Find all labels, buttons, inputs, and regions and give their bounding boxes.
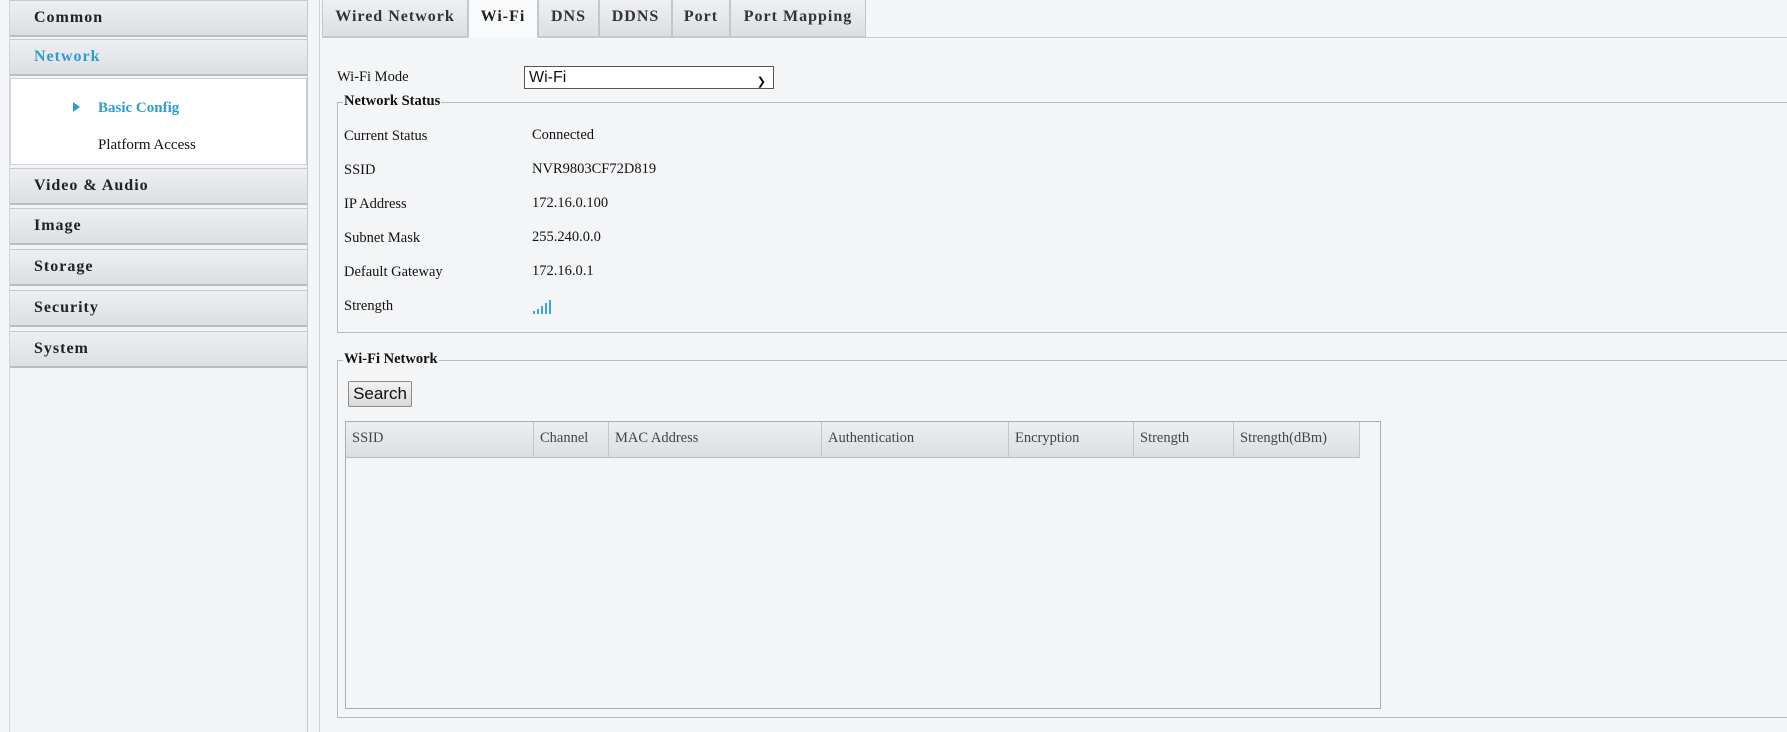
submenu-item-basic-config[interactable]: Basic Config [98,100,179,117]
wifi-mode-label: Wi-Fi Mode [337,69,409,85]
status-value-ssid: NVR9803CF72D819 [532,161,657,177]
column-header-strength-dbm[interactable]: Strength(dBm) [1234,422,1360,457]
wifi-mode-value: Wi-Fi [529,69,567,86]
tab-bar: Wired Network Wi-Fi DNS DDNS Port Port M… [322,0,1787,38]
wifi-mode-select[interactable]: Wi-Fi ❯ [524,66,774,89]
column-header-strength[interactable]: Strength [1134,422,1234,457]
column-header-mac-address[interactable]: MAC Address [609,422,822,457]
menu-group-video-audio[interactable]: Video & Audio [10,168,307,205]
status-value-subnet-mask: 255.240.0.0 [532,229,601,245]
table-header: SSID Channel MAC Address Authentication … [346,422,1360,458]
status-label-default-gateway: Default Gateway [344,264,443,280]
table-body [346,458,1380,708]
menu-group-security[interactable]: Security [10,290,307,327]
wifi-network-table: SSID Channel MAC Address Authentication … [345,421,1381,709]
menu-group-storage[interactable]: Storage [10,249,307,286]
search-button[interactable]: Search [348,381,412,407]
menu-group-network[interactable]: Network [10,39,307,76]
wifi-network-legend: Wi-Fi Network [343,351,439,368]
tab-port[interactable]: Port [672,0,730,37]
tab-dns[interactable]: DNS [538,0,599,37]
caret-right-icon [73,102,80,112]
column-header-authentication[interactable]: Authentication [822,422,1009,457]
submenu-item-platform-access[interactable]: Platform Access [98,137,196,154]
network-status-legend: Network Status [343,93,442,110]
status-label-strength: Strength [344,298,394,314]
menu-group-system[interactable]: System [10,331,307,368]
status-label-ip-address: IP Address [344,196,407,212]
status-label-ssid: SSID [344,162,376,178]
status-value-ip-address: 172.16.0.100 [532,195,609,211]
column-header-channel[interactable]: Channel [534,422,609,457]
status-value-default-gateway: 172.16.0.1 [532,263,594,279]
chevron-down-icon: ❯ [756,76,766,88]
menu-group-common[interactable]: Common [10,0,307,37]
menu-group-image[interactable]: Image [10,208,307,245]
tab-ddns[interactable]: DDNS [599,0,672,37]
status-label-current-status: Current Status [344,128,428,144]
tab-port-mapping[interactable]: Port Mapping [730,0,866,37]
sidebar: Common Network Basic Config Platform Acc… [9,0,308,732]
network-submenu: Basic Config Platform Access [10,78,307,165]
tab-wifi[interactable]: Wi-Fi [468,0,538,38]
panel-divider [319,0,320,732]
column-header-encryption[interactable]: Encryption [1009,422,1134,457]
tab-wired-network[interactable]: Wired Network [322,0,468,37]
column-header-ssid[interactable]: SSID [346,422,534,457]
signal-strength-icon [533,300,553,314]
status-value-current-status: Connected [532,127,595,143]
status-label-subnet-mask: Subnet Mask [344,230,421,246]
